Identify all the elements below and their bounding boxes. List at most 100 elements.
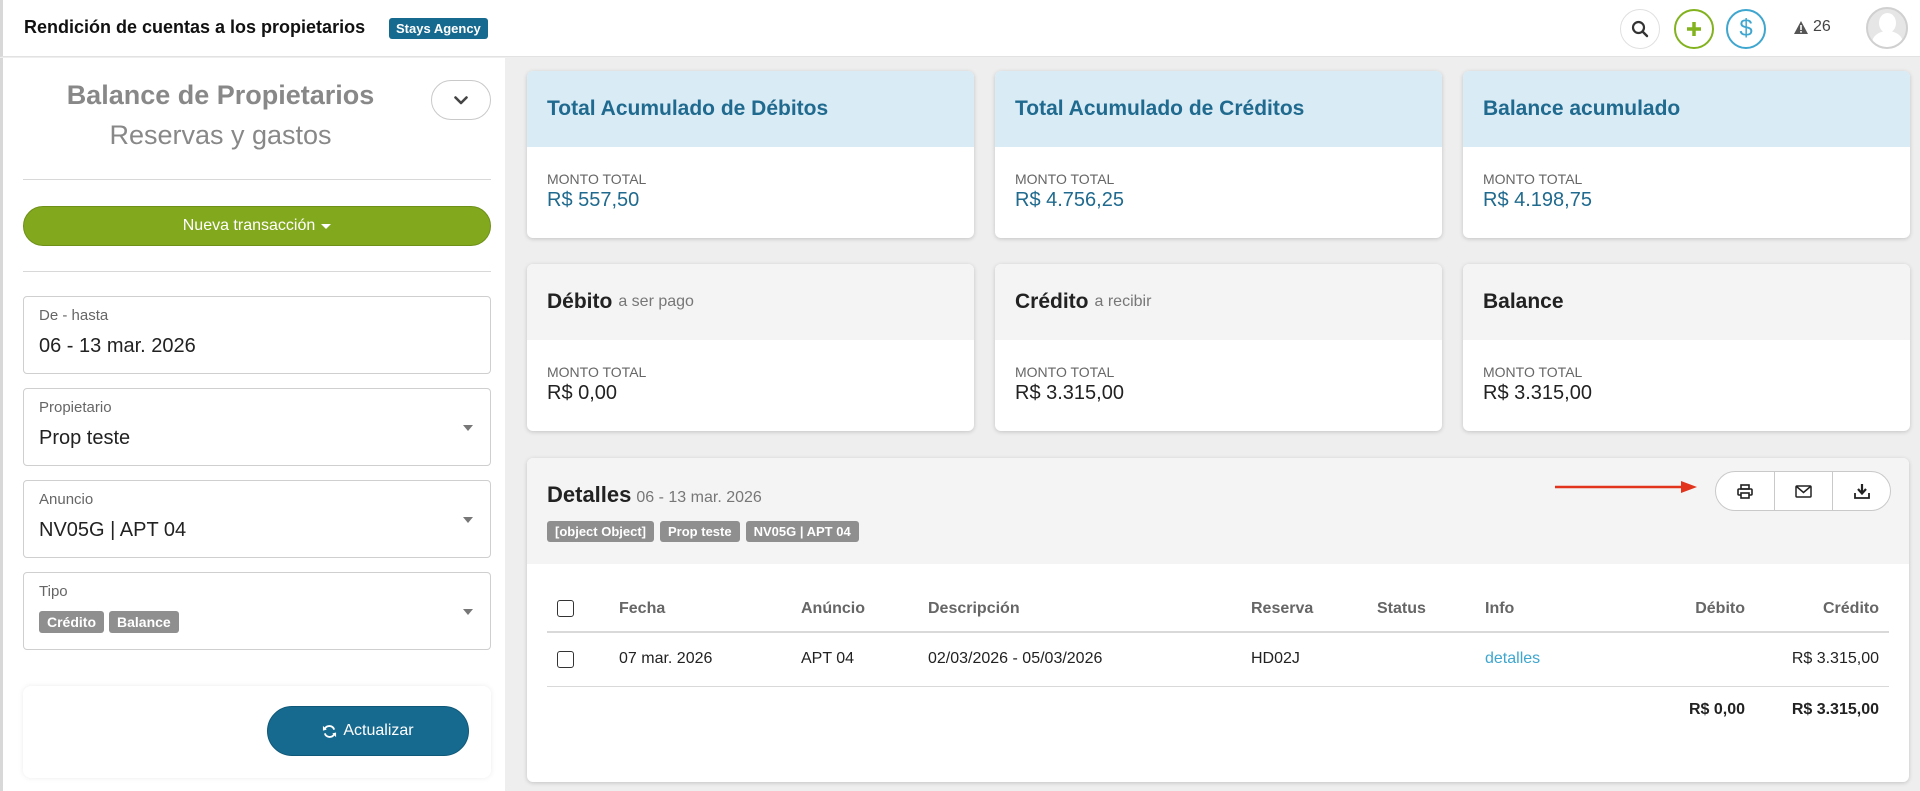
details-panel: Detalles 06 - 13 mar. 2026 [object Object…: [527, 458, 1909, 782]
summary-card-balance: Balance MONTO TOTAL R$ 3.315,00: [1463, 264, 1910, 431]
new-transaction-button[interactable]: Nueva transacción: [23, 206, 491, 246]
type-select[interactable]: Tipo Crédito Balance: [23, 572, 491, 650]
cell-reserva: HD02J: [1251, 632, 1377, 687]
details-link[interactable]: detalles: [1485, 650, 1540, 667]
chevron-down-icon: [454, 95, 468, 104]
update-button[interactable]: Actualizar: [267, 706, 469, 756]
sidebar-title: Balance de Propietarios: [66, 80, 375, 110]
export-button-group: [1715, 471, 1891, 511]
column-header[interactable]: Descripción: [928, 586, 1251, 633]
card-amount: R$ 3.315,00: [1015, 382, 1124, 404]
card-title: Balance: [1483, 290, 1564, 313]
date-range-label: De - hasta: [39, 307, 109, 324]
download-icon: [1853, 484, 1870, 499]
alerts-indicator[interactable]: 26: [1793, 18, 1831, 36]
details-header: Detalles 06 - 13 mar. 2026 [object Object…: [527, 458, 1909, 564]
card-title: Total Acumulado de Créditos: [1015, 97, 1305, 120]
print-icon: [1737, 483, 1753, 499]
cell-anuncio: APT 04: [801, 632, 928, 687]
filter-tag: Prop teste: [660, 521, 740, 542]
owner-select[interactable]: Propietario Prop teste: [23, 388, 491, 466]
card-amount-label: MONTO TOTAL: [1015, 171, 1115, 187]
dropdown-caret-icon: [463, 609, 473, 615]
card-amount: R$ 0,00: [547, 382, 618, 404]
card-amount: R$ 4.198,75: [1483, 189, 1592, 211]
card-amount: R$ 4.756,25: [1015, 189, 1124, 211]
divider: [23, 271, 491, 272]
collapse-button[interactable]: [431, 80, 491, 120]
caret-down-icon: [321, 223, 332, 229]
row-select-cell: [547, 632, 619, 687]
summary-card-balance-accumulated: Balance acumulado MONTO TOTAL R$ 4.198,7…: [1463, 71, 1910, 238]
owner-label: Propietario: [39, 399, 112, 416]
details-range: 06 - 13 mar. 2026: [636, 489, 762, 506]
top-bar: Rendición de cuentas a los propietarios …: [0, 0, 1920, 57]
page-title: Rendición de cuentas a los propietarios: [24, 17, 366, 37]
card-subtitle: a ser pago: [618, 293, 694, 310]
alert-count: 26: [1813, 18, 1831, 35]
select-all-cell: [547, 586, 619, 633]
dollar-icon: $: [1739, 15, 1753, 42]
refresh-icon: [323, 724, 337, 738]
card-amount-label: MONTO TOTAL: [547, 364, 647, 380]
type-label: Tipo: [39, 583, 68, 600]
type-tag[interactable]: Balance: [109, 611, 179, 633]
column-header[interactable]: Info: [1485, 586, 1645, 633]
download-button[interactable]: [1832, 472, 1890, 510]
date-range-value: 06 - 13 mar. 2026: [39, 335, 196, 357]
column-header[interactable]: Débito: [1645, 586, 1755, 633]
plus-icon: [1687, 22, 1701, 36]
filter-tag: NV05G | APT 04: [745, 521, 859, 542]
date-range-field[interactable]: De - hasta 06 - 13 mar. 2026: [23, 296, 491, 374]
owner-value: Prop teste: [39, 427, 131, 449]
listing-value: NV05G | APT 04: [39, 519, 187, 541]
cell-info: detalles: [1485, 632, 1645, 687]
card-subtitle: a recibir: [1094, 293, 1152, 310]
column-header[interactable]: Crédito: [1755, 586, 1889, 633]
cell-status: [1377, 632, 1485, 687]
add-button[interactable]: [1674, 9, 1714, 49]
sidebar: Balance de Propietarios Reservas y gasto…: [0, 58, 505, 791]
listing-select[interactable]: Anuncio NV05G | APT 04: [23, 480, 491, 558]
details-title: Detalles 06 - 13 mar. 2026: [547, 482, 762, 508]
cell-descripcion: 02/03/2026 - 05/03/2026: [928, 632, 1251, 687]
finance-button[interactable]: $: [1726, 9, 1766, 49]
column-header[interactable]: Status: [1377, 586, 1485, 633]
details-filter-tags: [object Object] Prop teste NV05G | APT 0…: [547, 521, 859, 542]
divider: [23, 179, 491, 180]
row-checkbox[interactable]: [557, 650, 574, 668]
details-title-text: Detalles: [547, 482, 632, 507]
column-header[interactable]: Reserva: [1251, 586, 1377, 633]
type-tag[interactable]: Crédito: [39, 611, 104, 633]
email-button[interactable]: [1774, 472, 1832, 510]
red-arrow-annotation: [1555, 481, 1697, 493]
table-header-row: Fecha Anúncio Descripción Reserva Status…: [547, 586, 1889, 633]
select-all-checkbox[interactable]: [557, 599, 574, 617]
card-amount: R$ 3.315,00: [1483, 382, 1592, 404]
alert-icon: [1794, 20, 1808, 34]
card-amount-label: MONTO TOTAL: [1015, 364, 1115, 380]
filter-tag: [object Object]: [547, 521, 655, 542]
listing-label: Anuncio: [39, 491, 94, 508]
card-amount-label: MONTO TOTAL: [547, 171, 647, 187]
cell-debito: [1645, 632, 1755, 687]
transactions-table: Fecha Anúncio Descripción Reserva Status…: [547, 586, 1889, 734]
card-amount-label: MONTO TOTAL: [1483, 171, 1583, 187]
print-button[interactable]: [1716, 472, 1774, 510]
cell-fecha: 07 mar. 2026: [619, 632, 801, 687]
card-title: Total Acumulado de Débitos: [547, 97, 829, 120]
summary-card-debits: Total Acumulado de Débitos MONTO TOTAL R…: [527, 71, 974, 238]
card-title: Balance acumulado: [1483, 97, 1681, 120]
column-header[interactable]: Anúncio: [801, 586, 928, 633]
card-title: Débito: [547, 290, 613, 313]
avatar-icon: [1879, 13, 1896, 33]
column-header[interactable]: Fecha: [619, 586, 801, 633]
main-content: Total Acumulado de Débitos MONTO TOTAL R…: [505, 58, 1920, 791]
update-label: Actualizar: [343, 722, 414, 739]
avatar[interactable]: [1866, 7, 1908, 49]
search-button[interactable]: [1620, 9, 1660, 49]
email-icon: [1795, 484, 1812, 498]
card-amount-label: MONTO TOTAL: [1483, 364, 1583, 380]
sidebar-subtitle: Reservas y gastos: [109, 120, 332, 150]
total-credito: R$ 3.315,00: [1791, 701, 1879, 719]
